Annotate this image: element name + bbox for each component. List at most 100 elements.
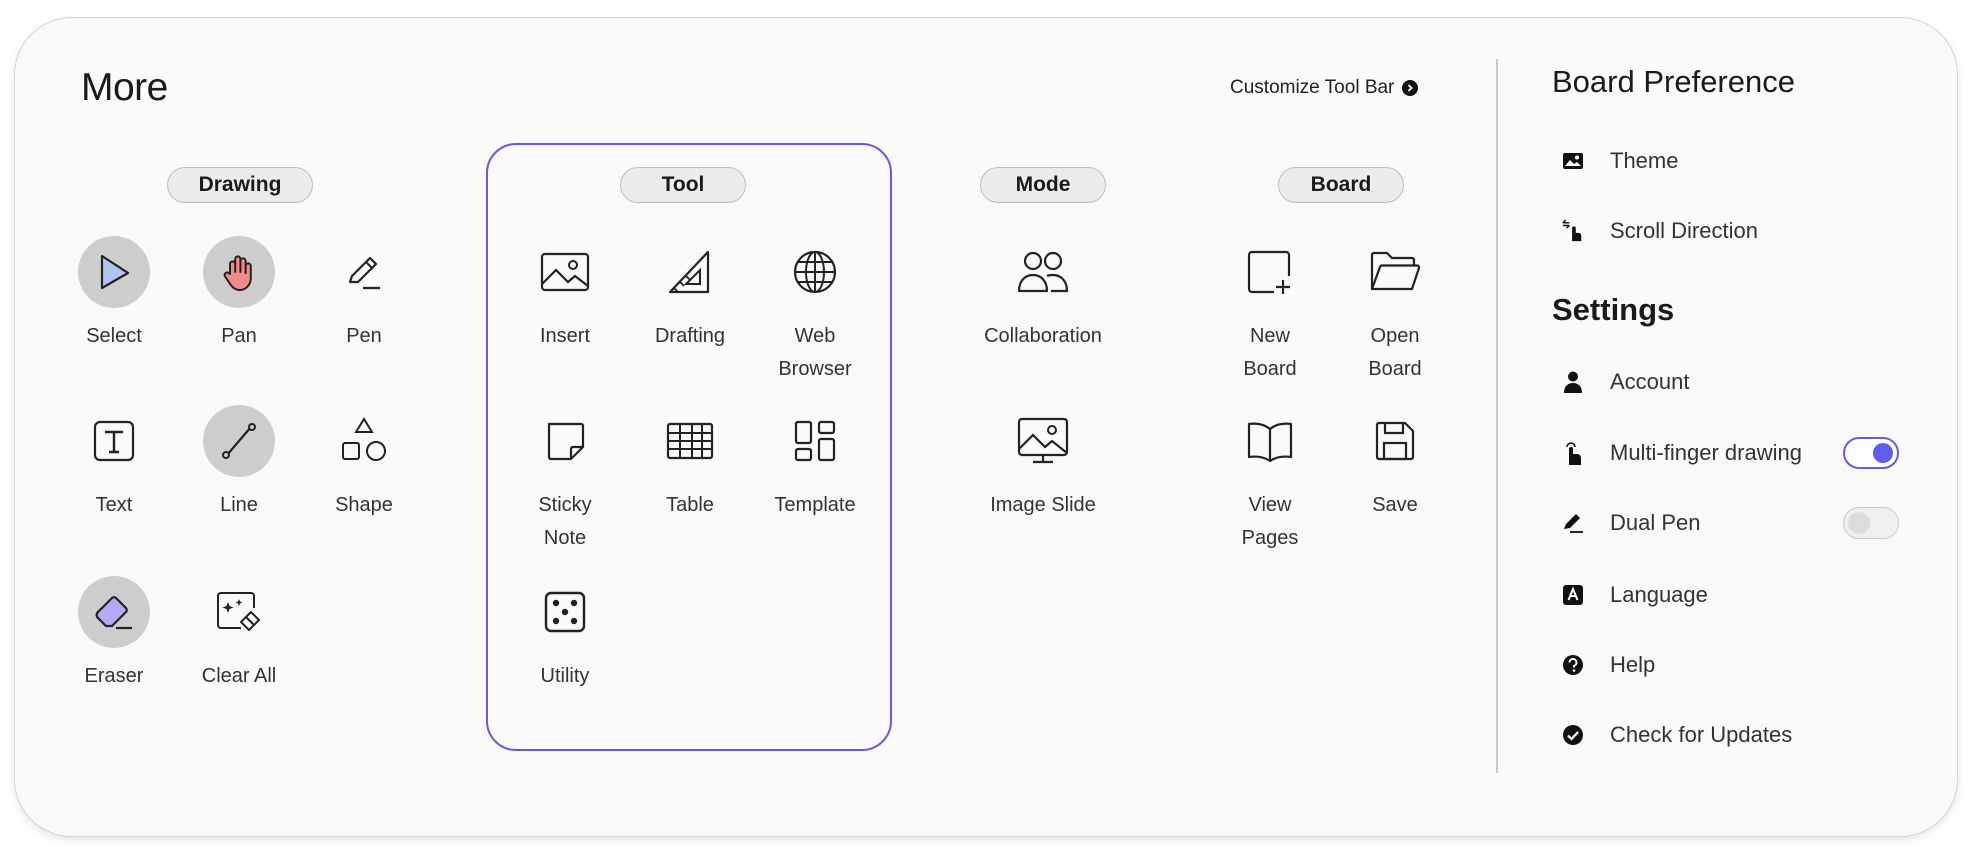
tool-eraser[interactable]: Eraser	[52, 576, 176, 693]
board-preference-title: Board Preference	[1552, 64, 1795, 99]
save-icon	[1359, 405, 1431, 477]
tool-label: Clear All	[201, 665, 277, 687]
tool-web-browser[interactable]: Web Browser	[753, 236, 877, 386]
tool-pen[interactable]: Pen	[302, 236, 426, 353]
board-save[interactable]: Save	[1333, 405, 1457, 522]
pref-label: Theme	[1610, 148, 1679, 173]
group-tool-label: Tool	[620, 167, 746, 203]
image-icon	[529, 236, 601, 308]
tool-label: Insert	[539, 325, 591, 347]
settings-item-language[interactable]: Language	[1562, 582, 1708, 608]
tool-select[interactable]: Select	[52, 236, 176, 353]
image-slide-icon	[1007, 405, 1079, 477]
tool-label: Shape	[335, 494, 393, 516]
new-board-icon	[1234, 236, 1306, 308]
pref-item-scroll-direction[interactable]: Scroll Direction	[1562, 218, 1758, 244]
globe-icon	[779, 236, 851, 308]
tool-label: Line	[220, 494, 258, 516]
customize-toolbar-label: Customize Tool Bar	[1230, 77, 1395, 98]
check-circle-icon	[1562, 724, 1584, 746]
pen-slash-icon	[1562, 512, 1584, 534]
help-icon	[1562, 654, 1584, 676]
settings-item-check-for-updates[interactable]: Check for Updates	[1562, 722, 1792, 748]
dual-pen-toggle[interactable]	[1843, 507, 1899, 539]
tool-shape[interactable]: Shape	[302, 405, 426, 522]
text-icon	[78, 405, 150, 477]
tool-label: Table	[666, 494, 714, 516]
toggle-knob	[1848, 512, 1870, 534]
settings-label: Account	[1610, 369, 1690, 394]
pen-icon	[328, 236, 400, 308]
eraser-icon	[78, 576, 150, 648]
page-title: More	[81, 66, 168, 109]
tool-clear-all[interactable]: Clear All	[177, 576, 301, 693]
pref-label: Scroll Direction	[1610, 218, 1758, 243]
tool-text[interactable]: Text	[52, 405, 176, 522]
tool-label: Sticky Note	[538, 494, 592, 549]
template-icon	[779, 405, 851, 477]
settings-label: Dual Pen	[1610, 510, 1701, 535]
mode-label: Image Slide	[990, 494, 1096, 516]
person-icon	[1562, 371, 1584, 393]
settings-title: Settings	[1552, 292, 1675, 327]
tool-utility[interactable]: Utility	[503, 576, 627, 693]
mode-image-slide[interactable]: Image Slide	[981, 405, 1105, 522]
settings-label: Multi-finger drawing	[1610, 440, 1802, 465]
tool-drafting[interactable]: Drafting	[628, 236, 752, 353]
tool-template[interactable]: Template	[753, 405, 877, 522]
settings-item-dual-pen[interactable]: Dual Pen	[1562, 510, 1701, 536]
board-label: New Board	[1243, 325, 1297, 380]
group-drawing-label: Drawing	[167, 167, 313, 203]
board-label: View Pages	[1241, 494, 1299, 549]
tool-insert[interactable]: Insert	[503, 236, 627, 353]
select-arrow-icon	[78, 236, 150, 308]
board-label: Open Board	[1368, 325, 1422, 380]
group-board-label: Board	[1278, 167, 1404, 203]
board-label: Save	[1372, 494, 1418, 516]
tool-label: Eraser	[84, 665, 144, 687]
group-mode-label: Mode	[980, 167, 1106, 203]
tool-label: Select	[86, 325, 142, 347]
clear-all-icon	[203, 576, 275, 648]
settings-item-account[interactable]: Account	[1562, 369, 1690, 395]
chevron-right-circle-icon	[1402, 80, 1419, 96]
line-icon	[203, 405, 275, 477]
settings-item-help[interactable]: Help	[1562, 652, 1655, 678]
tool-label: Pan	[221, 325, 257, 347]
theme-image-icon	[1562, 150, 1584, 172]
toggle-knob	[1873, 443, 1893, 463]
shape-icon	[328, 405, 400, 477]
settings-label: Help	[1610, 652, 1656, 677]
language-icon	[1562, 584, 1584, 606]
tool-pan[interactable]: Pan	[177, 236, 301, 353]
settings-item-multi-finger-drawing[interactable]: Multi-finger drawing	[1562, 440, 1802, 466]
pref-item-theme[interactable]: Theme	[1562, 148, 1678, 174]
sticky-note-icon	[529, 405, 601, 477]
book-icon	[1234, 405, 1306, 477]
tool-sticky-note[interactable]: Sticky Note	[503, 405, 627, 555]
tool-label: Template	[774, 494, 856, 516]
tool-label: Drafting	[654, 325, 726, 347]
table-icon	[654, 405, 726, 477]
board-new-board[interactable]: New Board	[1208, 236, 1332, 386]
people-icon	[1007, 236, 1079, 308]
set-square-icon	[654, 236, 726, 308]
multi-finger-drawing-toggle[interactable]	[1843, 437, 1899, 469]
mode-collaboration[interactable]: Collaboration	[966, 236, 1120, 353]
settings-label: Language	[1610, 582, 1708, 607]
settings-label: Check for Updates	[1610, 722, 1793, 747]
customize-toolbar-link[interactable]: Customize Tool Bar	[1230, 77, 1419, 99]
tool-line[interactable]: Line	[177, 405, 301, 522]
folder-open-icon	[1359, 236, 1431, 308]
dice-icon	[529, 576, 601, 648]
panel-divider	[1496, 59, 1498, 773]
tool-label: Web Browser	[778, 325, 852, 380]
board-open-board[interactable]: Open Board	[1333, 236, 1457, 386]
scroll-direction-icon	[1562, 219, 1584, 242]
touch-icon	[1562, 442, 1584, 465]
board-view-pages[interactable]: View Pages	[1208, 405, 1332, 555]
mode-label: Collaboration	[984, 325, 1102, 347]
hand-icon	[203, 236, 275, 308]
tool-table[interactable]: Table	[628, 405, 752, 522]
tool-label: Pen	[346, 325, 382, 347]
